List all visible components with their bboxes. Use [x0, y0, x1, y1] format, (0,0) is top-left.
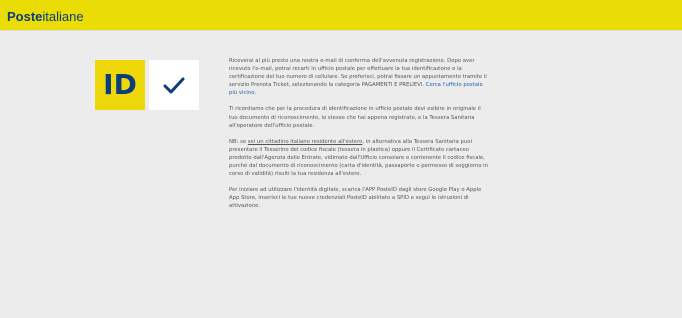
logo-light-text: italiane — [42, 9, 84, 24]
resident-abroad-link[interactable]: sei un cittadino italiano residente all'… — [248, 139, 363, 145]
poste-italiane-logo[interactable]: Posteitaliane — [7, 10, 84, 23]
instructions-text: Riceverai al più presto una nostra e-mai… — [229, 57, 489, 219]
paragraph-identification: Ti ricordiamo che per la procedura di id… — [229, 106, 481, 129]
note-prefix: NB: se — [229, 138, 248, 145]
paragraph-confirmation: Riceverai al più presto una nostra e-mai… — [229, 57, 489, 97]
check-badge — [149, 60, 199, 110]
paragraph-abroad-note: NB: se sei un cittadino italiano residen… — [229, 138, 489, 178]
paragraph-app-instructions: Per iniziare ad utilizzare l'identità di… — [229, 187, 482, 210]
checkmark-icon — [163, 77, 185, 94]
logo-bold-text: Poste — [7, 9, 43, 24]
top-header-bar: Posteitaliane — [0, 0, 682, 30]
id-badge: ID — [95, 60, 145, 110]
